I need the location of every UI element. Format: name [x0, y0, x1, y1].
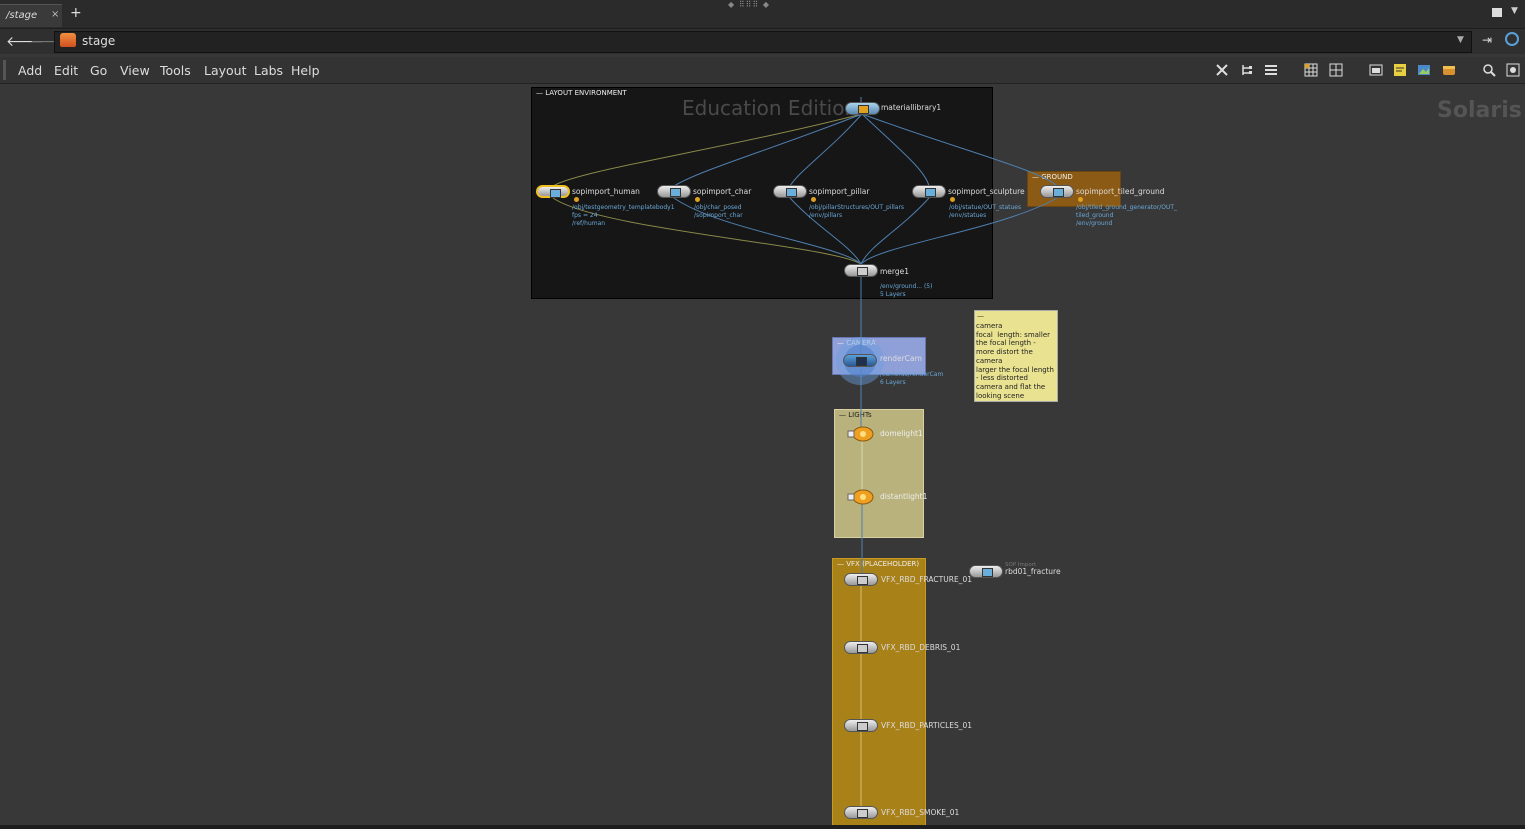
- node-info: /obj/char_posed/sopimport_char: [694, 204, 743, 219]
- node-distantlight1[interactable]: [847, 489, 875, 505]
- node-info: /obj/tiled_ground_generator/OUT_ tiled_gr…: [1076, 204, 1178, 227]
- node-flag-icon: [1078, 197, 1083, 202]
- bottom-border: [0, 825, 1525, 829]
- node-info: /env/ground... (5) 5 Layers: [880, 283, 933, 298]
- node-flag-icon: [811, 197, 816, 202]
- sticky-note-text: camera focal length: smaller the focal l…: [976, 322, 1054, 400]
- node-rendercam[interactable]: [843, 354, 877, 367]
- node-vfx-rbd-particles[interactable]: [844, 719, 878, 732]
- node-info: /cameras/renderCam 6 Layers: [880, 371, 944, 386]
- node-vfx-rbd-smoke[interactable]: [844, 806, 878, 819]
- node-info: /obj/pillarStructures/OUT_pillars/env/pi…: [809, 204, 905, 219]
- node-info: /obj/testgeometry_templatebody1 fps = 24/…: [572, 204, 675, 227]
- node-sopimport-char[interactable]: [657, 185, 691, 198]
- node-label: materiallibrary1: [881, 103, 942, 112]
- node-label: VFX_RBD_PARTICLES_01: [881, 721, 973, 730]
- node-label: VFX_RBD_SMOKE_01: [881, 808, 960, 817]
- node-wires: [552, 97, 1058, 806]
- node-materiallibrary1[interactable]: [845, 102, 880, 115]
- node-vfx-rbd-debris[interactable]: [844, 641, 878, 654]
- node-label: sopimport_pillar: [809, 187, 870, 196]
- node-merge1[interactable]: [844, 264, 878, 277]
- node-label: renderCam: [880, 354, 922, 363]
- node-flag-icon: [950, 197, 955, 202]
- node-rbd01-fracture[interactable]: [969, 565, 1003, 578]
- node-label: domelight1: [880, 429, 923, 438]
- node-label: VFX_RBD_DEBRIS_01: [881, 643, 961, 652]
- node-info: /obj/statue/OUT_statues/env/statues: [949, 204, 1022, 219]
- node-label: VFX_RBD_FRACTURE_01: [881, 575, 972, 584]
- node-label: rbd01_fracture: [1005, 567, 1061, 576]
- node-label: sopimport_char: [693, 187, 752, 196]
- node-label: sopimport_human: [572, 187, 640, 196]
- node-sopimport-human[interactable]: [536, 185, 570, 198]
- node-label: merge1: [880, 267, 910, 276]
- node-label: distantlight1: [880, 492, 928, 501]
- node-sopimport-tiled-ground[interactable]: [1040, 185, 1074, 198]
- node-domelight1[interactable]: [847, 426, 875, 442]
- node-label: sopimport_sculpture: [948, 187, 1025, 196]
- node-sopimport-sculpture[interactable]: [912, 185, 946, 198]
- node-flag-icon: [695, 197, 700, 202]
- node-label: sopimport_tiled_ground: [1076, 187, 1165, 196]
- node-vfx-rbd-fracture[interactable]: [844, 573, 878, 586]
- node-flag-icon: [574, 197, 579, 202]
- node-sopimport-pillar[interactable]: [773, 185, 807, 198]
- sticky-note-collapse-icon[interactable]: —: [977, 312, 984, 320]
